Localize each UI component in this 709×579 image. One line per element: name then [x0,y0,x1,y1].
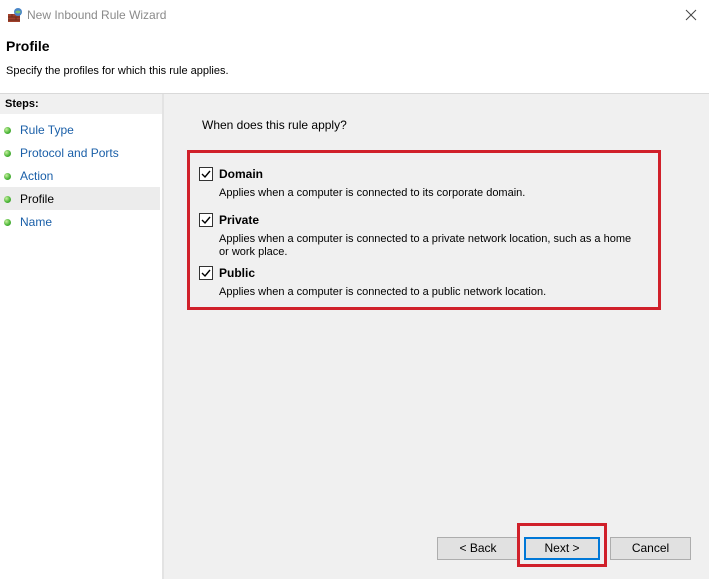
checkmark-icon [201,216,211,225]
sidebar-item-action[interactable]: Action [0,164,160,187]
domain-checkbox[interactable] [199,167,213,181]
steps-heading: Steps: [0,94,162,114]
window-title: New Inbound Rule Wizard [27,8,167,22]
sidebar-item-name[interactable]: Name [0,210,160,233]
sidebar-item-label: Protocol and Ports [20,146,119,160]
private-checkbox[interactable] [199,213,213,227]
page-title: Profile [6,38,50,54]
steps-heading-label: Steps: [5,98,39,110]
public-description: Applies when a computer is connected to … [219,286,547,298]
step-status-icon [4,219,11,226]
step-status-icon [4,196,11,203]
steps-sidebar: Steps: Rule Type Protocol and Ports Acti… [0,94,162,579]
sidebar-item-profile[interactable]: Profile [0,187,160,210]
private-description-line2: or work place. [219,246,288,258]
firewall-icon [7,7,23,23]
sidebar-item-label: Action [20,169,54,183]
domain-label[interactable]: Domain [219,167,263,181]
checkmark-icon [201,170,211,179]
private-description-line1: Applies when a computer is connected to … [219,233,632,245]
public-checkbox[interactable] [199,266,213,280]
domain-description: Applies when a computer is connected to … [219,187,526,199]
sidebar-item-label: Rule Type [20,123,74,137]
title-bar: New Inbound Rule Wizard [0,0,709,30]
step-status-icon [4,173,11,180]
checkmark-icon [201,269,211,278]
public-label[interactable]: Public [219,266,255,280]
page-description: Specify the profiles for which this rule… [6,65,229,77]
sidebar-item-label: Profile [20,192,55,206]
question-text: When does this rule apply? [202,118,347,132]
sidebar-item-protocol-and-ports[interactable]: Protocol and Ports [0,141,160,164]
step-status-icon [4,150,11,157]
wizard-header: Profile Specify the profiles for which t… [0,30,709,94]
sidebar-item-rule-type[interactable]: Rule Type [0,118,160,141]
private-label[interactable]: Private [219,213,259,227]
cancel-button[interactable]: Cancel [610,537,691,560]
sidebar-item-label: Name [20,215,53,229]
close-button[interactable] [679,3,703,27]
back-button[interactable]: < Back [437,537,519,560]
next-button[interactable]: Next > [524,537,600,560]
step-status-icon [4,127,11,134]
close-icon [685,9,697,21]
main-panel: When does this rule apply? Domain Applie… [164,94,709,579]
